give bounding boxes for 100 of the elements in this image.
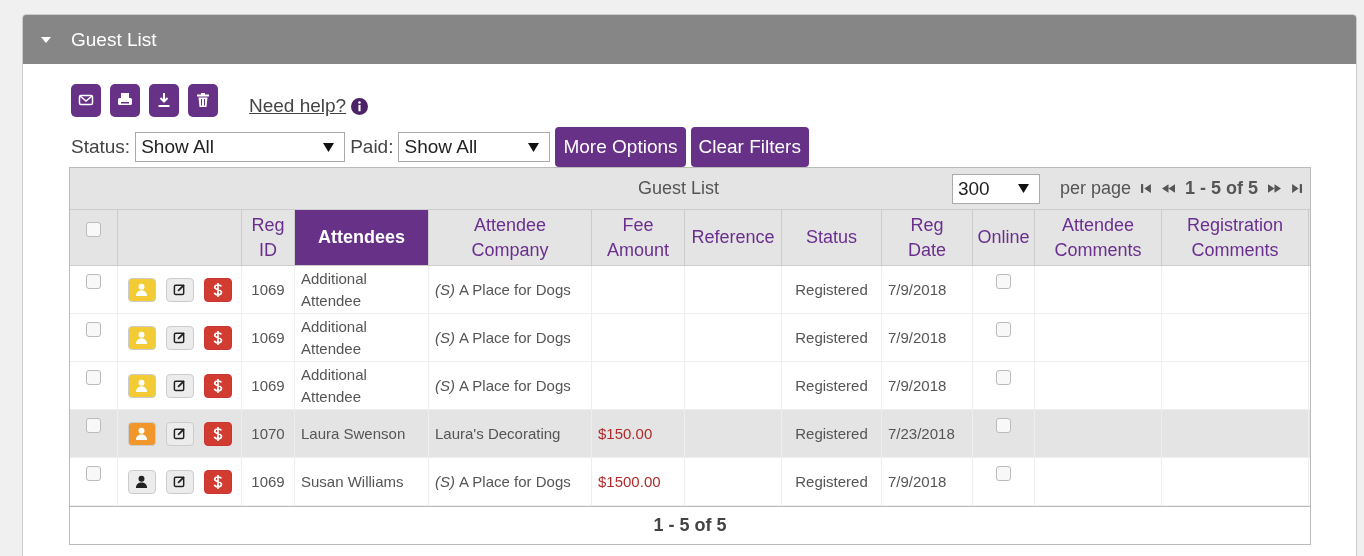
row-checkbox[interactable]	[86, 418, 101, 433]
help-link[interactable]: Need help?	[249, 95, 347, 117]
person-icon	[135, 331, 148, 344]
table-cell-text: Additional Attendee	[301, 364, 368, 407]
filter-label: Status:	[71, 136, 131, 158]
table-cell-text: 1069	[251, 375, 285, 396]
trash-icon	[195, 92, 211, 108]
caret-icon	[323, 142, 335, 152]
edit-icon	[173, 379, 186, 392]
row-checkbox[interactable]	[86, 322, 101, 337]
filter-dropdown[interactable]: Show All	[398, 132, 551, 162]
payment-button[interactable]	[203, 373, 232, 398]
table-row[interactable]: 1069 Additional Attendee (S) A Place for Dogs Registered 7/9/2018	[70, 314, 1310, 362]
table-cell-text: Registered	[795, 327, 868, 348]
table-row[interactable]: 1070 Laura Swenson Laura's Decorating $150.00 Registered 7/23/2018	[70, 410, 1310, 458]
previous-page-icon[interactable]	[1161, 184, 1175, 193]
table-cell-text: 7/9/2018	[888, 279, 947, 300]
filter-button[interactable]: Clear Filters	[690, 127, 809, 167]
edit-icon	[173, 331, 186, 344]
column-header[interactable]: Reg Date	[882, 210, 973, 265]
table-cell-text: 1069	[251, 327, 285, 348]
page-range: 1 - 5 of 5	[1184, 178, 1258, 199]
email-button[interactable]	[71, 83, 101, 117]
table-cell-text: Additional Attendee	[301, 316, 368, 359]
dollar-icon	[212, 378, 223, 393]
person-icon	[135, 427, 148, 440]
dollar-icon	[212, 330, 223, 345]
column-header[interactable]: Attendee Company	[429, 210, 592, 265]
table-cell-text: Laura Swenson	[301, 423, 406, 444]
panel-title: Guest List	[71, 28, 157, 51]
column-header[interactable]: Online	[973, 210, 1035, 265]
download-button[interactable]	[149, 83, 179, 117]
dollar-icon	[212, 282, 223, 297]
edit-button[interactable]	[165, 277, 194, 302]
page-size-dropdown[interactable]: 300	[951, 173, 1040, 204]
row-checkbox[interactable]	[86, 274, 101, 289]
person-icon	[135, 379, 148, 392]
table-cell-text: Registered	[795, 471, 868, 492]
table-cell-text: Registered	[795, 375, 868, 396]
per-page-label: per page	[1059, 178, 1131, 199]
table-cell-text: 7/9/2018	[888, 327, 947, 348]
payment-button[interactable]	[203, 325, 232, 350]
panel-header[interactable]: Guest List	[23, 15, 1356, 64]
edit-button[interactable]	[165, 325, 194, 350]
edit-button[interactable]	[165, 421, 194, 446]
last-page-icon[interactable]	[1291, 184, 1302, 193]
caret-icon	[1017, 184, 1029, 193]
table-cell-text: $1500.00	[598, 471, 661, 492]
edit-button[interactable]	[165, 373, 194, 398]
edit-icon	[173, 475, 186, 488]
info-icon[interactable]	[351, 97, 369, 115]
edit-button[interactable]	[165, 469, 194, 494]
filter-label: Paid:	[350, 136, 394, 158]
filter-button[interactable]: More Options	[555, 127, 686, 167]
filter-dropdown[interactable]: Show All	[135, 132, 346, 162]
table-cell-text: Registered	[795, 279, 868, 300]
table-cell-text: 1070	[251, 423, 285, 444]
table-row[interactable]: 1069 Susan Williams (S) A Place for Dogs $1500.00 Registered 7/9/2018	[70, 458, 1310, 506]
table-cell-text: Laura's Decorating	[435, 423, 561, 444]
payment-button[interactable]	[203, 421, 232, 446]
printer-icon	[117, 92, 133, 108]
next-page-icon[interactable]	[1268, 184, 1281, 193]
table-cell-text: 7/9/2018	[888, 471, 947, 492]
table-caption: Guest List	[638, 178, 720, 199]
table-row[interactable]: 1069 Additional Attendee (S) A Place for Dogs Registered 7/9/2018	[70, 266, 1310, 314]
table-cell-text: $150.00	[598, 423, 653, 444]
attendee-button[interactable]	[127, 469, 156, 494]
payment-button[interactable]	[203, 469, 232, 494]
column-header[interactable]: Fee Amount	[592, 210, 685, 265]
column-header[interactable]: Reference	[685, 210, 782, 265]
table-cell-text: (S) A Place for Dogs	[435, 279, 571, 300]
column-header[interactable]: Attendee Comments	[1035, 210, 1162, 265]
edit-icon	[173, 427, 186, 440]
payment-button[interactable]	[203, 277, 232, 302]
table-cell-text: Susan Williams	[301, 471, 404, 492]
table-cell-text: 7/9/2018	[888, 375, 947, 396]
edit-icon	[173, 283, 186, 296]
caret-icon	[528, 142, 540, 152]
table-cell-text: Registered	[795, 423, 868, 444]
page-range: 1 - 5 of 5	[653, 515, 727, 536]
row-checkbox[interactable]	[86, 466, 101, 481]
row-checkbox[interactable]	[86, 370, 101, 385]
print-button[interactable]	[110, 83, 140, 117]
dollar-icon	[212, 426, 223, 441]
person-icon	[135, 475, 148, 488]
column-header[interactable]: Status	[782, 210, 882, 265]
select-all-checkbox[interactable]	[86, 222, 101, 237]
table-cell-text: (S) A Place for Dogs	[435, 327, 571, 348]
table-cell-text: (S) A Place for Dogs	[435, 471, 571, 492]
table-cell-text: 1069	[251, 279, 285, 300]
table-cell-text: 1069	[251, 471, 285, 492]
table-cell-text: 7/23/2018	[888, 423, 955, 444]
column-header[interactable]: Registration Comments	[1162, 210, 1309, 265]
table-cell-text: Additional Attendee	[301, 268, 368, 311]
delete-button[interactable]	[188, 83, 218, 117]
table-cell-text: (S) A Place for Dogs	[435, 375, 571, 396]
person-icon	[135, 283, 148, 296]
dollar-icon	[212, 474, 223, 489]
first-page-icon[interactable]	[1140, 184, 1152, 193]
column-header[interactable]: Attendees	[295, 210, 429, 265]
